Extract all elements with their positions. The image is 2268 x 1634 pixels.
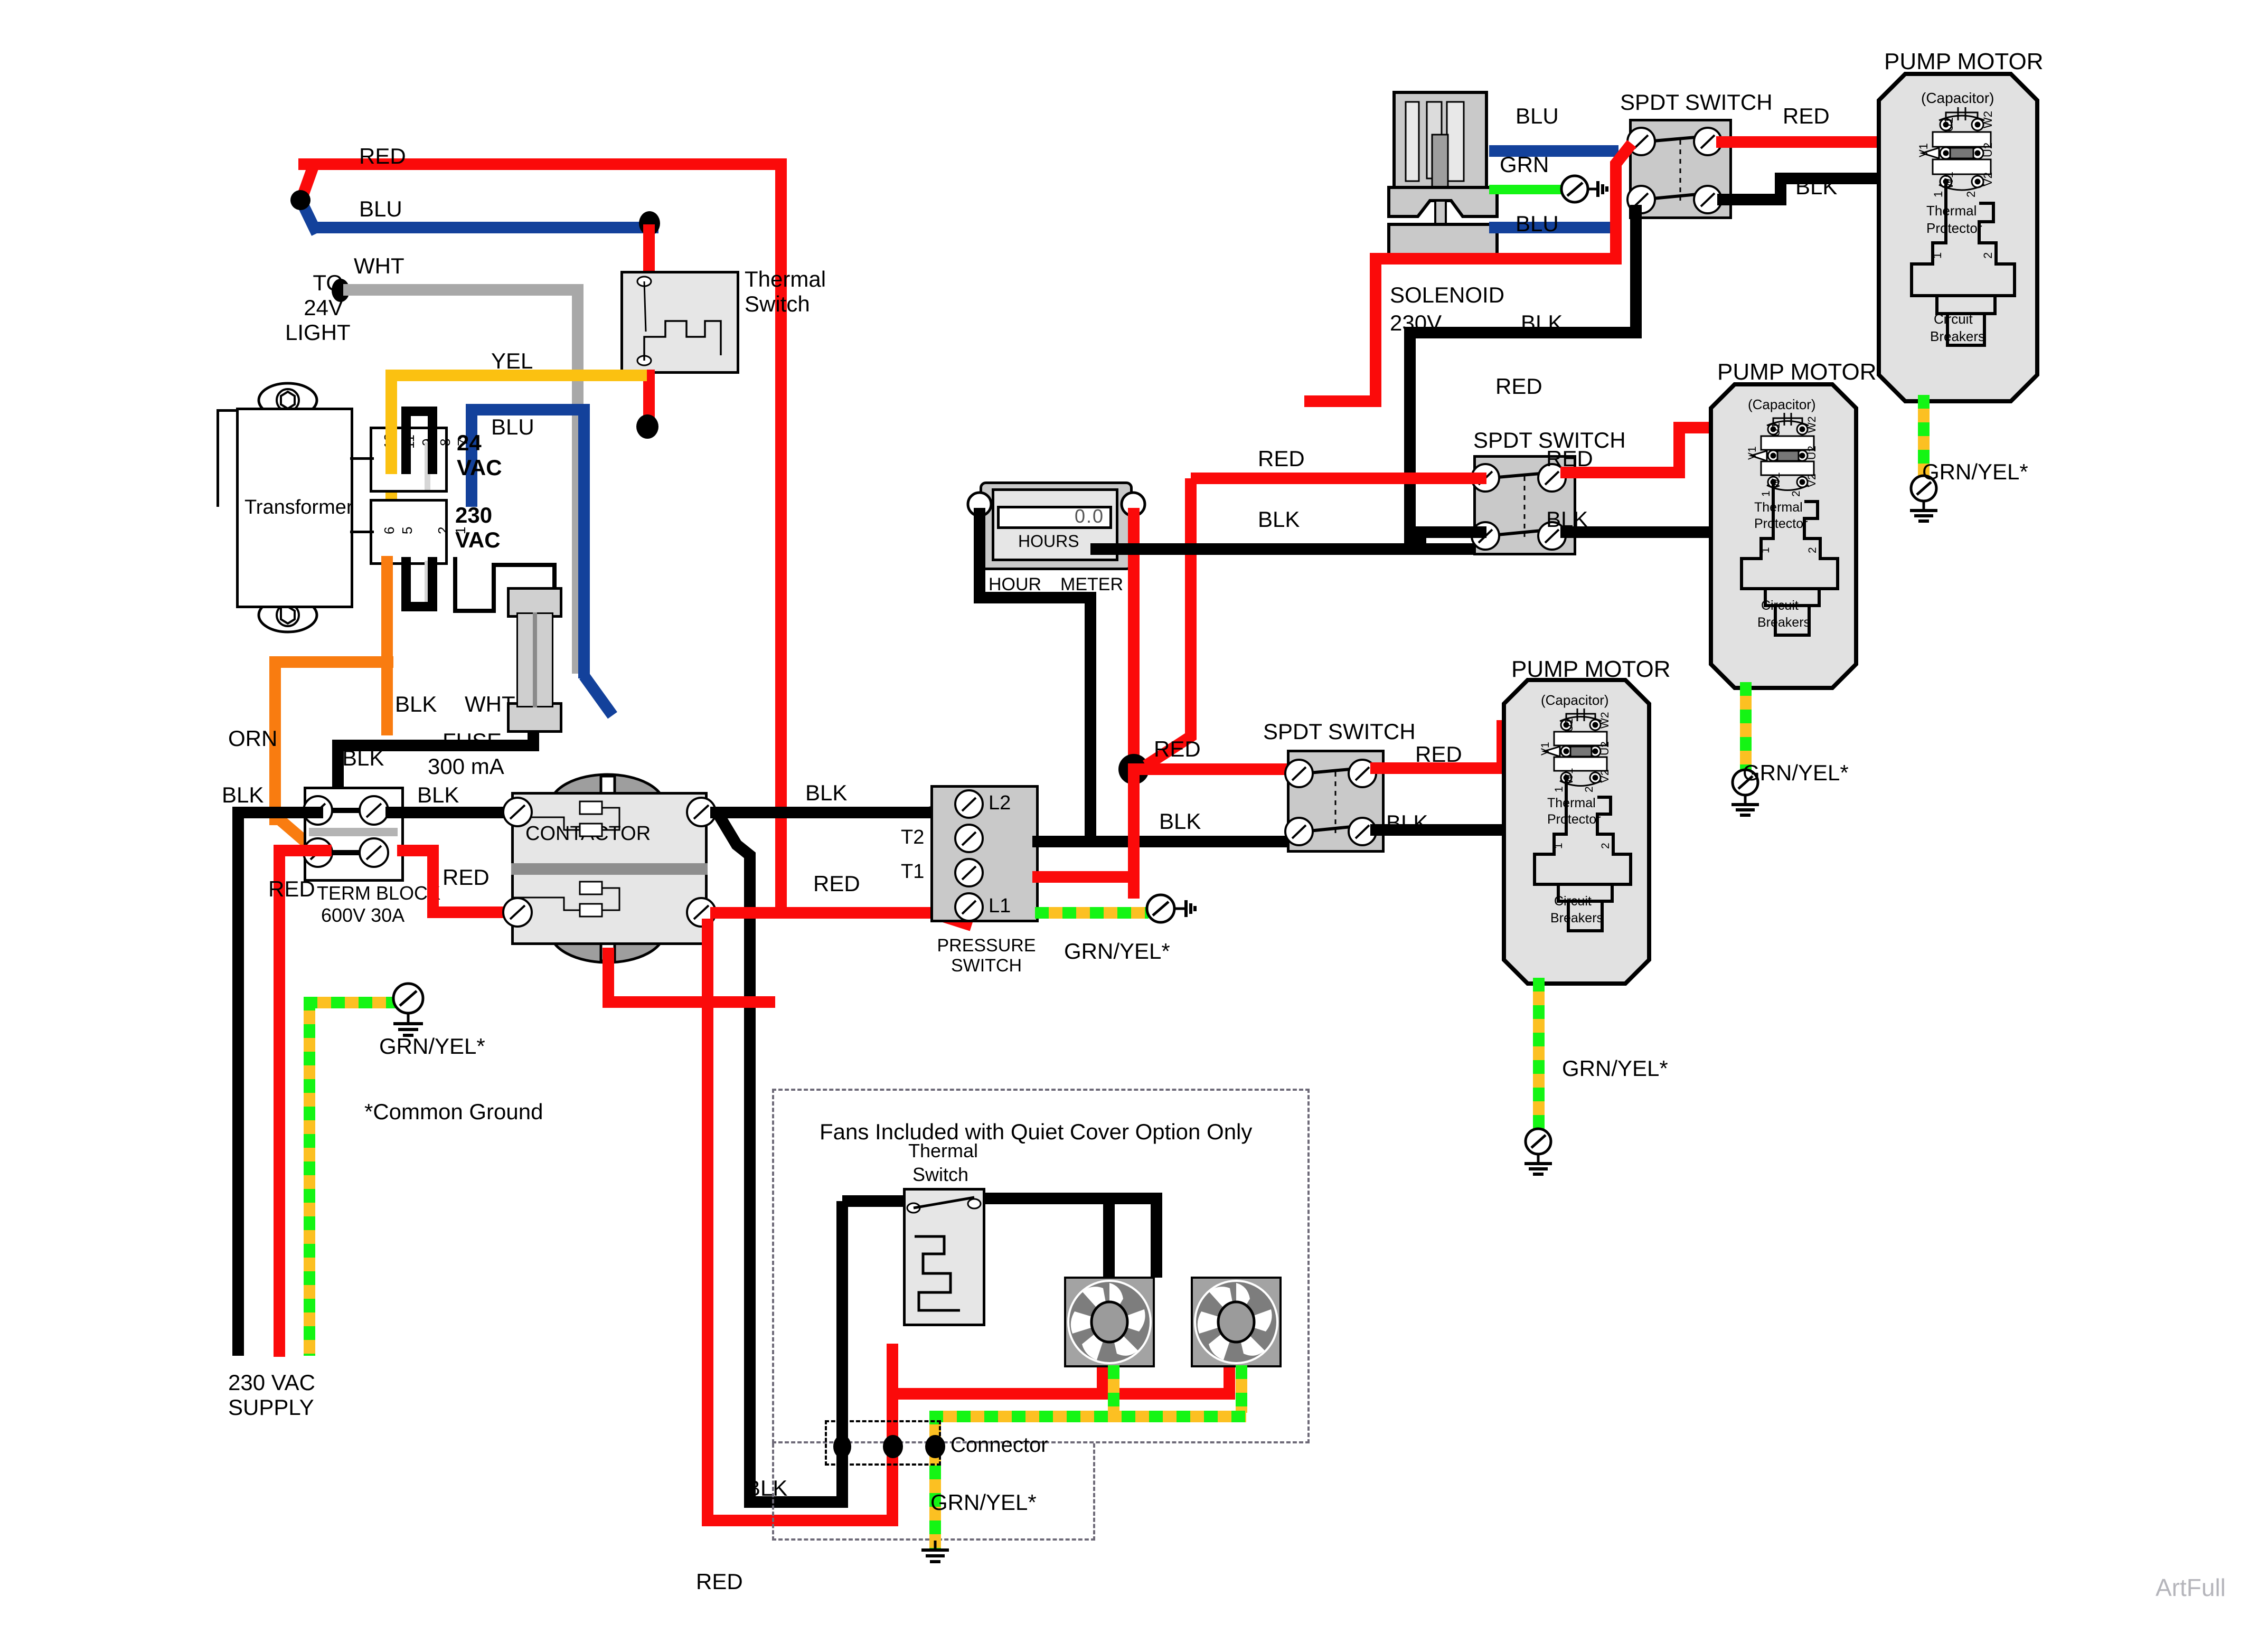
wire-label-blk-contactor-out: BLK (805, 780, 848, 805)
wire-label-red-spdt-top: RED (1783, 103, 1830, 128)
connector-dot-red (883, 1435, 903, 1458)
wire-label-wht-transformer: WHT (465, 692, 515, 716)
wire-label-blk-spdt-middle-out: BLK (1546, 507, 1588, 532)
wire-label-blk-spdt-top: BLK (1795, 174, 1838, 199)
wire-label-blk-t2: BLK (1159, 809, 1201, 834)
label-to-24v-light: TO 24V LIGHT (285, 270, 351, 345)
ground-symbol-fans (921, 1541, 949, 1563)
connector-label: Connector (951, 1433, 1048, 1457)
wire-label-grn-solenoid: GRN (1500, 152, 1549, 177)
wire-red-fan-leads (892, 1367, 1235, 1400)
wire-label-blk-supply: BLK (222, 782, 264, 807)
wire-label-blk-spdt-middle-in: BLK (1258, 507, 1300, 532)
wire-label-red-spdt-middle-in: RED (1258, 446, 1305, 471)
wire-label-yel: YEL (491, 348, 533, 373)
wire-label-red-contactor-out: RED (813, 871, 860, 896)
ground-fan-bus (929, 1411, 1246, 1422)
ground-fan-left (1108, 1365, 1119, 1413)
wire-label-red-spdt-middle-out: RED (1546, 446, 1593, 471)
wire-label-blu-solenoid-top: BLU (1516, 103, 1559, 128)
connector-dot-gnd (925, 1435, 945, 1458)
wire-label-blk-solenoid: BLK (1521, 310, 1563, 335)
wire-label-red-spdt-bottom-out: RED (1415, 742, 1462, 767)
wire-label-red-top: RED (359, 144, 406, 168)
wire-label-blk-fans: BLK (746, 1476, 788, 1500)
wiring-diagram-canvas: Thermal Switch Transformer 24 VAC 230 VAC … (0, 0, 2268, 1634)
connector-dot-blk (833, 1435, 851, 1458)
wire-label-orn: ORN (228, 726, 278, 751)
wire-label-blk-termblock-out: BLK (417, 782, 459, 807)
wire-label-red-bottom: RED (696, 1569, 743, 1594)
watermark: ArtFull (2156, 1574, 2226, 1601)
wire-label-red-solenoid: RED (1495, 374, 1542, 399)
wire-label-blk-fuse: BLK (342, 745, 384, 770)
wire-label-red-hourmeter: RED (1154, 736, 1201, 761)
wire-label-red-termblock-out: RED (443, 865, 490, 890)
wire-label-blu-top: BLU (359, 196, 402, 221)
wire-label-blu-transformer: BLU (491, 414, 534, 439)
ground-fan-right (1236, 1365, 1247, 1413)
wire-label-blu-solenoid-bottom: BLU (1516, 211, 1559, 236)
ground-label-fans: GRN/YEL* (930, 1490, 1037, 1515)
wire-label-blk-spdt-bottom-out: BLK (1386, 810, 1428, 835)
wire-label-blk-transformer: BLK (395, 692, 437, 716)
wire-label-red-termblock-in: RED (268, 876, 315, 901)
wire-label-wht: WHT (354, 253, 404, 278)
